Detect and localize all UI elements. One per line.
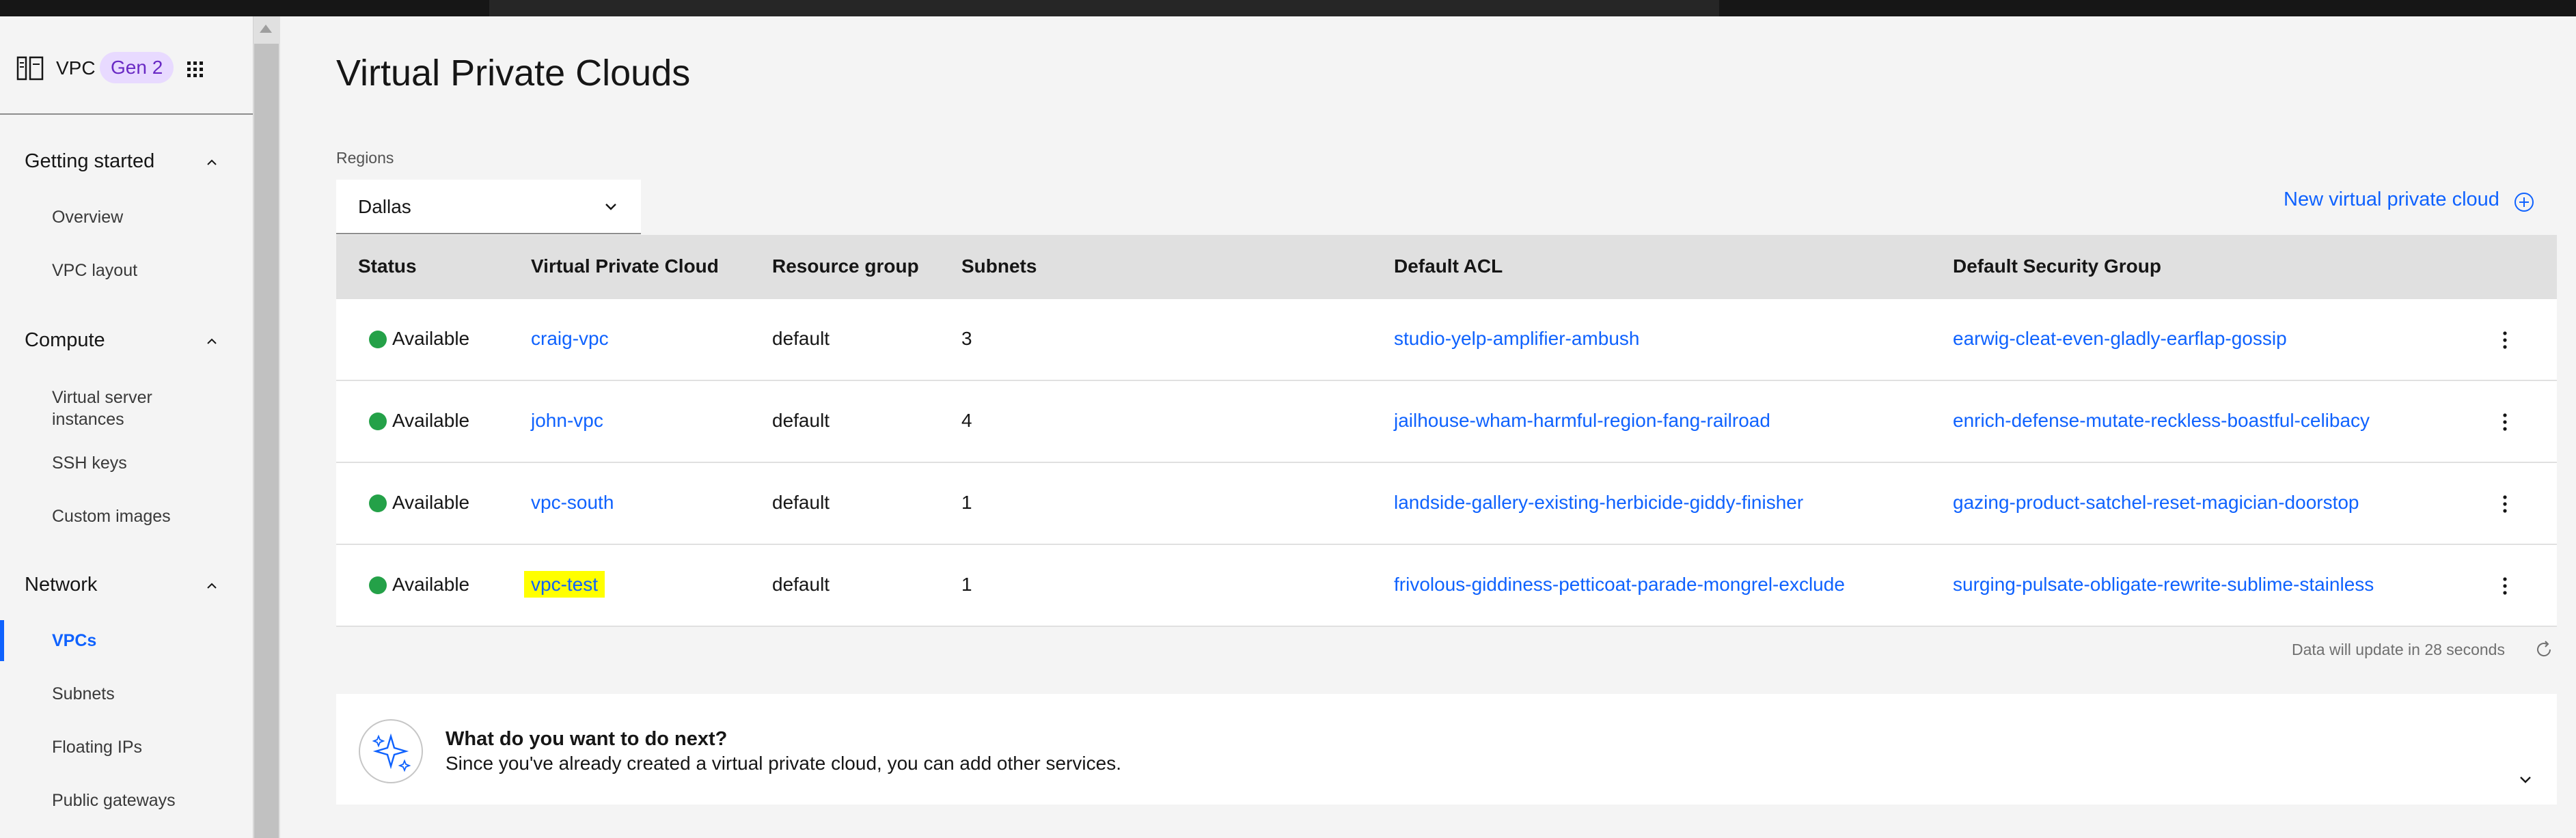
status-available-icon (369, 494, 387, 512)
vpc-link[interactable]: vpc-test (524, 571, 605, 598)
page-title: Virtual Private Clouds (336, 53, 691, 94)
resource-group: default (772, 410, 830, 431)
status-available-icon (369, 413, 387, 430)
overflow-menu-icon[interactable] (2501, 328, 2509, 352)
highlighted-vpc-name[interactable]: vpc-test (524, 571, 605, 598)
status-text: Available (392, 492, 470, 513)
status-text: Available (392, 328, 470, 349)
status-text: Available (392, 410, 470, 431)
data-update-text: Data will update in 28 seconds (2292, 641, 2505, 658)
security-group-link[interactable]: gazing-product-satchel-reset-magician-do… (1953, 492, 2359, 514)
acl-link[interactable]: studio-yelp-amplifier-ambush (1394, 328, 1639, 350)
overflow-menu-icon[interactable] (2501, 492, 2509, 516)
refresh-icon[interactable] (2534, 639, 2554, 660)
add-circle-icon[interactable] (2513, 191, 2535, 213)
acl-link[interactable]: landside-gallery-existing-herbicide-gidd… (1394, 492, 1803, 514)
chevron-down-icon (605, 204, 616, 210)
chevron-up-icon[interactable] (202, 576, 221, 596)
acl-link[interactable]: jailhouse-wham-harmful-region-fang-railr… (1394, 410, 1770, 432)
regions-label: Regions (336, 149, 394, 167)
nav-section-compute[interactable]: Compute (25, 329, 105, 352)
top-bar-center (489, 0, 1719, 16)
col-default-acl[interactable]: Default ACL (1394, 255, 1503, 277)
overflow-menu-icon[interactable] (2501, 574, 2509, 598)
region-select[interactable]: Dallas (336, 180, 641, 234)
status-available-icon (369, 576, 387, 594)
vpc-link[interactable]: craig-vpc (531, 328, 609, 350)
sidebar-scrollbar-thumb[interactable] (254, 44, 279, 838)
col-default-security-group[interactable]: Default Security Group (1953, 255, 2161, 277)
next-steps-panel[interactable]: What do you want to do next? Since you'v… (336, 694, 2557, 805)
resource-group: default (772, 328, 830, 349)
sparkle-icon (359, 719, 423, 783)
subnet-count: 4 (961, 410, 972, 431)
table-row: Available john-vpc default 4 jailhouse-w… (336, 381, 2557, 463)
next-steps-title: What do you want to do next? (446, 728, 728, 750)
subnet-count: 3 (961, 328, 972, 349)
col-status[interactable]: Status (358, 255, 417, 277)
sidebar-item-public-gateways[interactable]: Public gateways (52, 790, 176, 811)
active-indicator (0, 620, 4, 661)
status-available-icon (369, 331, 387, 348)
sidebar-item-virtual-server-instances[interactable]: Virtual server instances (52, 387, 209, 430)
col-subnets[interactable]: Subnets (961, 255, 1037, 277)
chevron-up-icon[interactable] (202, 153, 221, 172)
nav-section-network[interactable]: Network (25, 574, 97, 596)
overflow-menu-icon[interactable] (2501, 410, 2509, 434)
table-row: Available vpc-test default 1 frivolous-g… (336, 545, 2557, 627)
vpc-product-icon (16, 56, 44, 81)
vpc-link[interactable]: john-vpc (531, 410, 603, 432)
sidebar-header: VPC Gen 2 (0, 16, 253, 115)
sidebar-item-ssh-keys[interactable]: SSH keys (52, 452, 127, 474)
col-vpc[interactable]: Virtual Private Cloud (531, 255, 719, 277)
table-row: Available vpc-south default 1 landside-g… (336, 463, 2557, 545)
chevron-up-icon[interactable] (202, 332, 221, 351)
sidebar: VPC Gen 2 Getting started Overview VPC l… (0, 16, 253, 838)
nav-section-getting-started[interactable]: Getting started (25, 150, 154, 173)
scroll-up-icon[interactable] (260, 25, 272, 33)
col-resource-group[interactable]: Resource group (772, 255, 919, 277)
table-header: Status Virtual Private Cloud Resource gr… (336, 235, 2557, 299)
subnet-count: 1 (961, 574, 972, 595)
status-text: Available (392, 574, 470, 595)
table-row: Available craig-vpc default 3 studio-yel… (336, 299, 2557, 381)
new-vpc-button[interactable]: New virtual private cloud (2284, 188, 2499, 211)
resource-group: default (772, 492, 830, 513)
security-group-link[interactable]: enrich-defense-mutate-reckless-boastful-… (1953, 410, 2370, 432)
security-group-link[interactable]: surging-pulsate-obligate-rewrite-sublime… (1953, 574, 2374, 596)
app-switcher-icon[interactable] (186, 60, 205, 79)
chevron-down-icon[interactable] (2515, 769, 2536, 791)
acl-link[interactable]: frivolous-giddiness-petticoat-parade-mon… (1394, 574, 1845, 596)
generation-badge: Gen 2 (100, 52, 174, 83)
subnet-count: 1 (961, 492, 972, 513)
security-group-link[interactable]: earwig-cleat-even-gladly-earflap-gossip (1953, 328, 2287, 350)
region-select-value: Dallas (358, 196, 411, 217)
top-bar (0, 0, 2576, 16)
sidebar-item-vpc-layout[interactable]: VPC layout (52, 260, 137, 281)
sidebar-item-subnets[interactable]: Subnets (52, 683, 115, 705)
sidebar-item-custom-images[interactable]: Custom images (52, 505, 171, 527)
sidebar-item-floating-ips[interactable]: Floating IPs (52, 736, 142, 758)
sidebar-item-vpcs[interactable]: VPCs (52, 630, 96, 652)
vpc-link[interactable]: vpc-south (531, 492, 614, 514)
resource-group: default (772, 574, 830, 595)
product-name: VPC (56, 57, 96, 79)
next-steps-description: Since you've already created a virtual p… (446, 753, 1121, 774)
sidebar-item-overview[interactable]: Overview (52, 206, 123, 228)
